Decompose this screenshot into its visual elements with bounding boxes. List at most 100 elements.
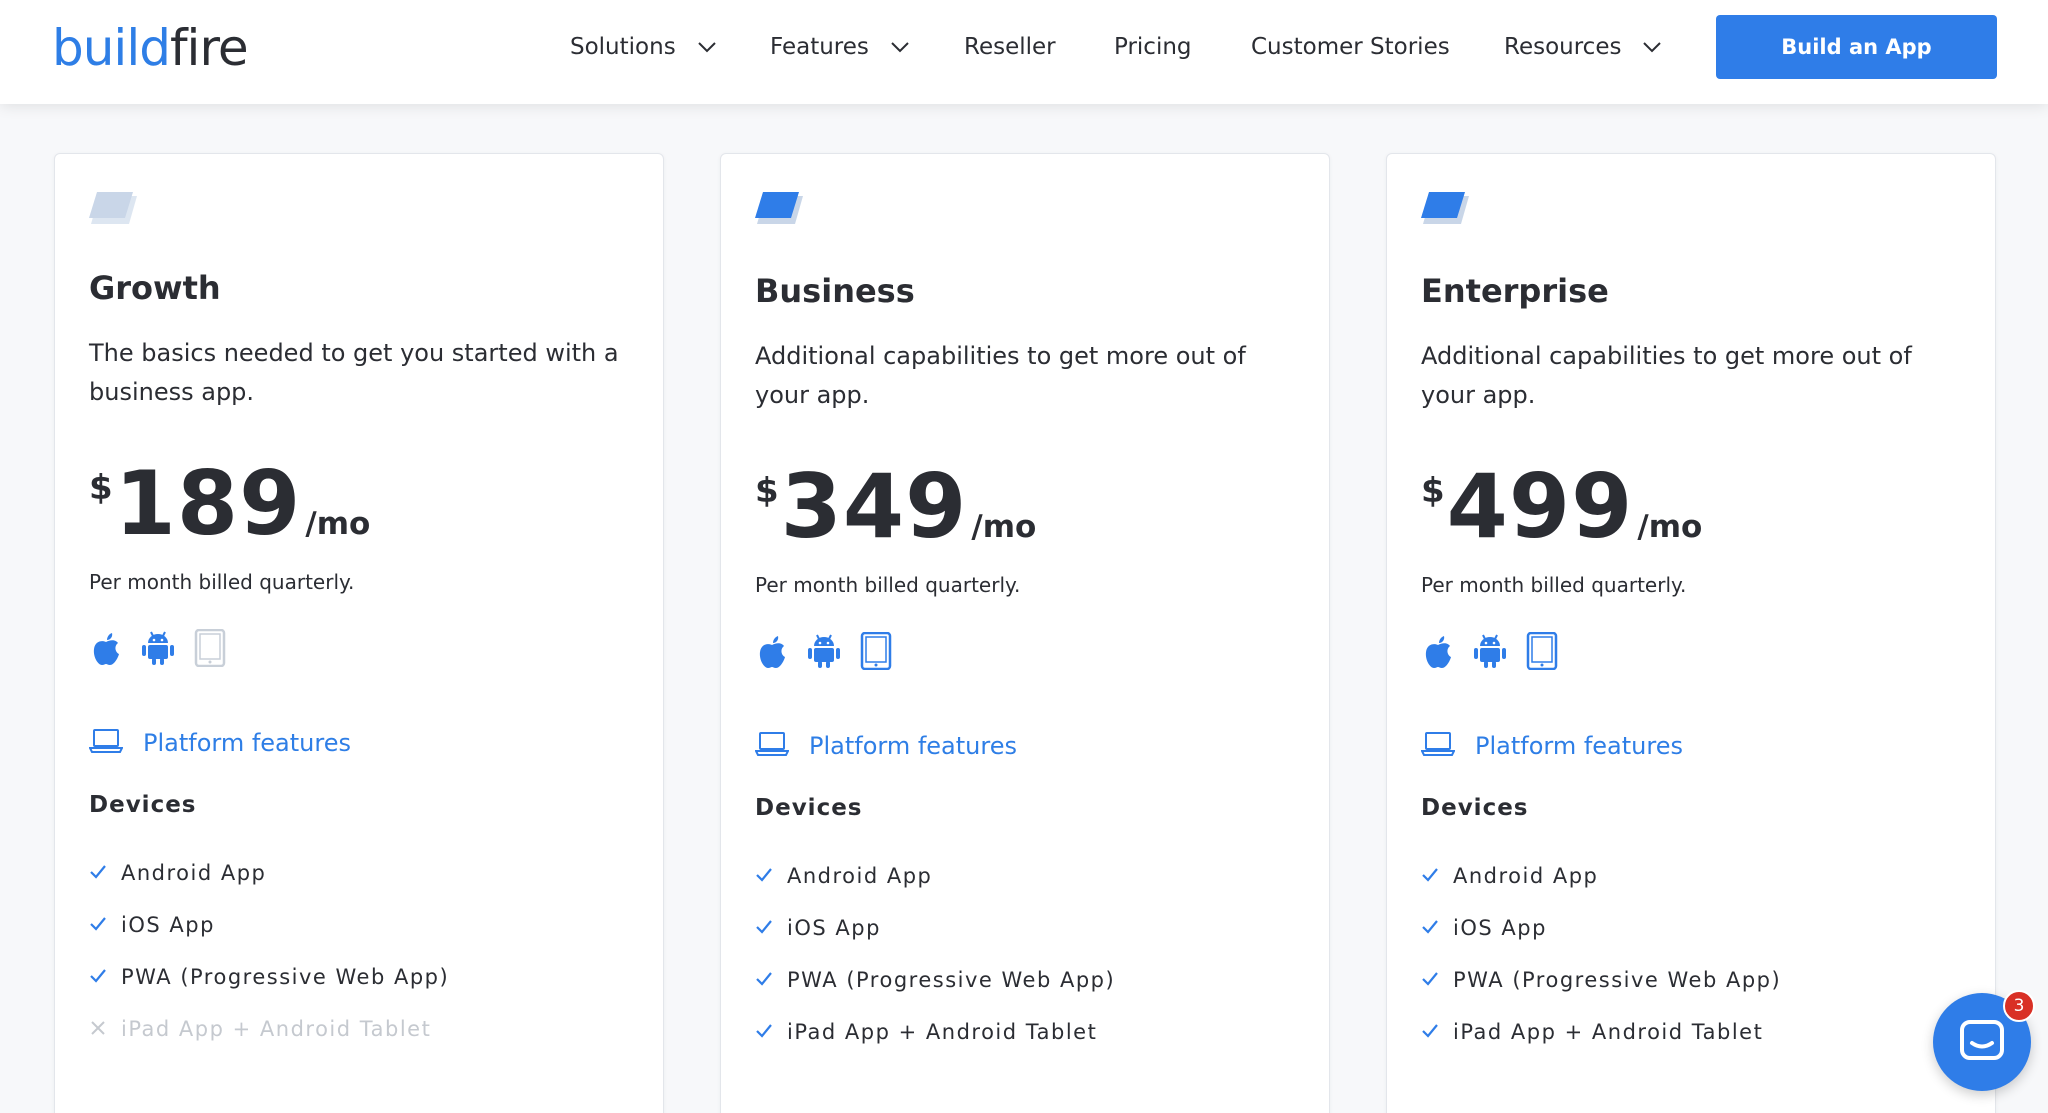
price-amount: 499 — [1446, 455, 1634, 558]
nav-pricing[interactable]: Pricing — [1114, 30, 1192, 64]
plan-card-enterprise: Enterprise Additional capabilities to get… — [1386, 153, 1996, 1113]
nav-features-label: Features — [770, 34, 869, 60]
check-icon — [755, 1020, 787, 1044]
check-icon — [89, 965, 121, 989]
plan-name: Enterprise — [1421, 272, 1609, 310]
platform-features-link[interactable]: Platform features — [1420, 731, 1683, 761]
billing-note: Per month billed quarterly. — [89, 570, 355, 594]
cross-icon — [89, 1017, 121, 1041]
feature-list: Android App iOS App PWA (Progressive Web A… — [755, 850, 1115, 1058]
tablet-icon — [859, 631, 893, 671]
plan-description: Additional capabilities to get more out … — [1421, 342, 1912, 409]
nav-customer-stories-label: Customer Stories — [1251, 34, 1450, 60]
platform-icons — [1421, 631, 1559, 671]
plan-description: The basics needed to get you started wit… — [89, 339, 619, 406]
platform-features-link[interactable]: Platform features — [88, 728, 351, 758]
chevron-down-icon — [697, 42, 716, 53]
feature-item: Android App — [1421, 850, 1781, 902]
laptop-icon — [1420, 731, 1475, 761]
check-icon — [89, 913, 121, 937]
price-period: /mo — [971, 509, 1037, 545]
price-period: /mo — [1637, 509, 1703, 545]
nav-solutions-label: Solutions — [570, 34, 676, 60]
feature-item: iOS App — [89, 899, 449, 951]
feature-item: iPad App + Android Tablet — [1421, 1006, 1781, 1058]
price-amount: 189 — [114, 452, 302, 555]
plan-description: Additional capabilities to get more out … — [755, 342, 1246, 409]
check-icon — [1421, 916, 1453, 940]
platform-icons — [755, 631, 893, 671]
tablet-icon — [1525, 631, 1559, 671]
price-amount: 349 — [780, 455, 968, 558]
check-icon — [755, 916, 787, 940]
feature-item: iOS App — [755, 902, 1115, 954]
price-currency: $ — [89, 468, 113, 508]
feature-label: Android App — [121, 861, 267, 885]
platform-features-label: Platform features — [143, 729, 351, 757]
pricing-page: buildfire Solutions Features Reseller Pr… — [0, 0, 2048, 1113]
nav-solutions[interactable]: Solutions — [570, 30, 716, 64]
build-an-app-button[interactable]: Build an App — [1716, 15, 1997, 79]
nav-resources-label: Resources — [1504, 34, 1622, 60]
devices-heading: Devices — [1421, 795, 1529, 821]
feature-label: PWA (Progressive Web App) — [1453, 968, 1782, 992]
price-currency: $ — [1421, 471, 1445, 511]
nav-resources[interactable]: Resources — [1504, 30, 1662, 64]
plan-price: $499/mo — [1421, 459, 1702, 555]
platform-features-label: Platform features — [809, 732, 1017, 760]
feature-label: Android App — [1453, 864, 1599, 888]
android-icon — [807, 632, 841, 670]
feature-item: PWA (Progressive Web App) — [755, 954, 1115, 1006]
devices-heading: Devices — [89, 792, 197, 818]
feature-label: iOS App — [121, 913, 215, 937]
apple-icon — [755, 632, 789, 670]
plan-card-business: Business Additional capabilities to get m… — [720, 153, 1330, 1113]
plan-price: $349/mo — [755, 459, 1036, 555]
feature-label: PWA (Progressive Web App) — [121, 965, 450, 989]
nav-features[interactable]: Features — [770, 30, 909, 64]
plan-tier-icon — [89, 188, 141, 228]
feature-list: Android App iOS App PWA (Progressive Web A… — [1421, 850, 1781, 1058]
devices-heading: Devices — [755, 795, 863, 821]
nav-reseller-label: Reseller — [964, 34, 1056, 60]
check-icon — [755, 968, 787, 992]
android-icon — [141, 629, 175, 667]
apple-icon — [1421, 632, 1455, 670]
price-currency: $ — [755, 471, 779, 511]
feature-label: iPad App + Android Tablet — [787, 1020, 1098, 1044]
feature-item: Android App — [755, 850, 1115, 902]
platform-features-label: Platform features — [1475, 732, 1683, 760]
chevron-down-icon — [1643, 42, 1662, 53]
feature-label: Android App — [787, 864, 933, 888]
feature-item: iOS App — [1421, 902, 1781, 954]
feature-item: iPad App + Android Tablet — [755, 1006, 1115, 1058]
check-icon — [1421, 968, 1453, 992]
tablet-icon — [193, 628, 227, 668]
feature-label: iPad App + Android Tablet — [1453, 1020, 1764, 1044]
feature-item: PWA (Progressive Web App) — [1421, 954, 1781, 1006]
price-period: /mo — [305, 506, 371, 542]
apple-icon — [89, 629, 123, 667]
nav-customer-stories[interactable]: Customer Stories — [1251, 30, 1450, 64]
chat-unread-badge: 3 — [2003, 990, 2035, 1022]
laptop-icon — [88, 728, 143, 758]
feature-label: iOS App — [787, 916, 881, 940]
plan-name: Growth — [89, 269, 221, 307]
nav-reseller[interactable]: Reseller — [964, 30, 1056, 64]
check-icon — [1421, 1020, 1453, 1044]
site-header: buildfire Solutions Features Reseller Pr… — [0, 0, 2048, 104]
feature-label: PWA (Progressive Web App) — [787, 968, 1116, 992]
android-icon — [1473, 632, 1507, 670]
plan-tier-icon — [1421, 188, 1473, 228]
feature-list: Android App iOS App PWA (Progressive Web A… — [89, 847, 449, 1055]
feature-item: Android App — [89, 847, 449, 899]
nav-pricing-label: Pricing — [1114, 34, 1192, 60]
laptop-icon — [754, 731, 809, 761]
platform-features-link[interactable]: Platform features — [754, 731, 1017, 761]
plan-card-growth: Growth The basics needed to get you start… — [54, 153, 664, 1113]
plan-tier-icon — [755, 188, 807, 228]
feature-label: iPad App + Android Tablet — [121, 1017, 432, 1041]
check-icon — [89, 861, 121, 885]
chevron-down-icon — [891, 42, 909, 53]
platform-icons — [89, 628, 227, 668]
